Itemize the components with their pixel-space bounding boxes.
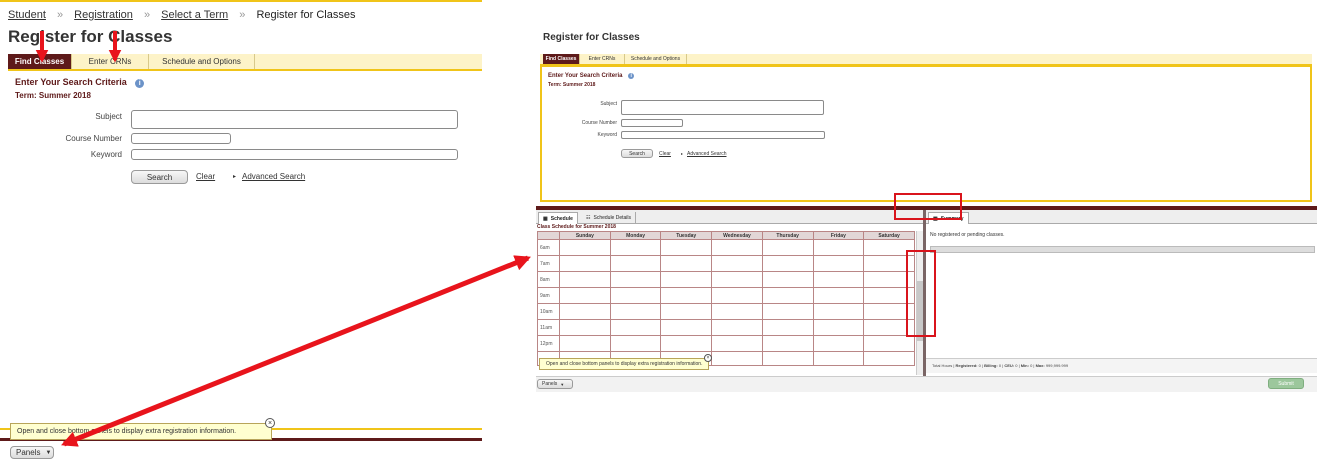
double-arrow-panels: [61, 255, 531, 447]
annotation-arrows: [35, 31, 531, 447]
